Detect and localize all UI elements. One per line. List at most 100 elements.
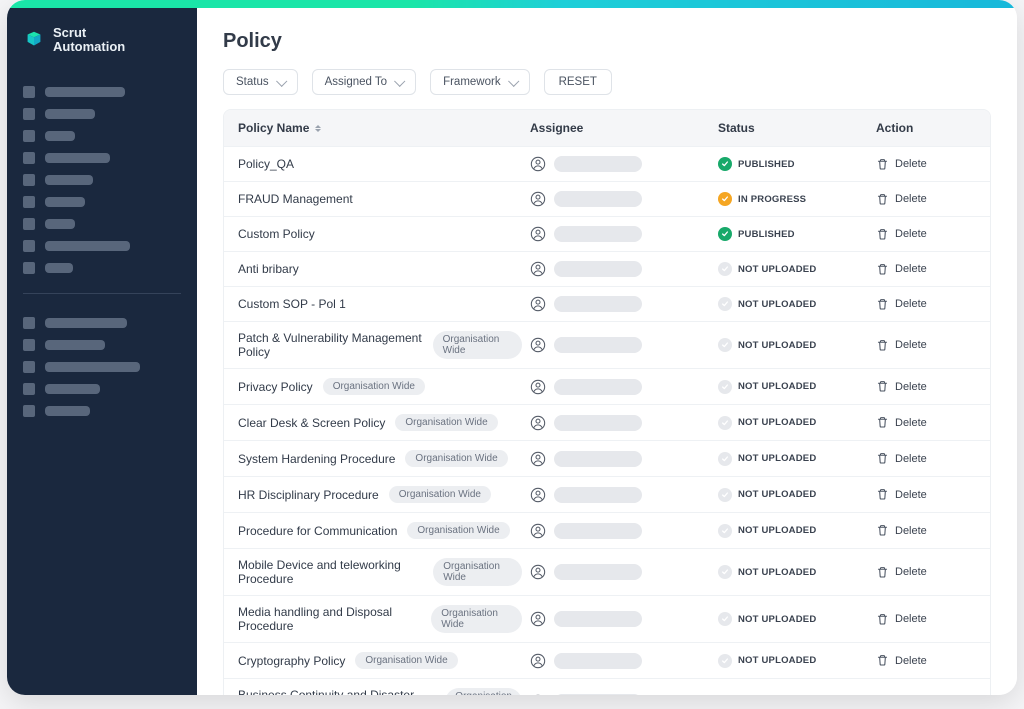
assignee-placeholder <box>554 694 642 695</box>
table-row[interactable]: Policy_QAPUBLISHEDDelete <box>224 146 990 181</box>
assignee-cell <box>530 191 710 207</box>
sidebar-item[interactable] <box>23 103 181 125</box>
policy-name: System Hardening Procedure <box>238 452 395 466</box>
delete-label: Delete <box>895 613 927 625</box>
delete-button[interactable]: Delete <box>876 380 976 393</box>
status-dot-icon <box>718 262 732 276</box>
org-wide-tag: Organisation Wide <box>433 331 522 359</box>
table-row[interactable]: Clear Desk & Screen PolicyOrganisation W… <box>224 404 990 440</box>
table-row[interactable]: Media handling and Disposal ProcedureOrg… <box>224 595 990 642</box>
delete-button[interactable]: Delete <box>876 193 976 206</box>
assignee-cell <box>530 451 710 467</box>
delete-label: Delete <box>895 193 927 205</box>
policy-name: Clear Desk & Screen Policy <box>238 416 385 430</box>
delete-button[interactable]: Delete <box>876 339 976 352</box>
status-text: NOT UPLOADED <box>738 614 816 625</box>
table-row[interactable]: HR Disciplinary ProcedureOrganisation Wi… <box>224 476 990 512</box>
status-text: NOT UPLOADED <box>738 264 816 275</box>
policy-name-cell: Anti bribary <box>238 262 522 276</box>
column-header-name[interactable]: Policy Name <box>238 121 522 135</box>
assignee-placeholder <box>554 296 642 312</box>
trash-icon <box>876 263 889 276</box>
delete-button[interactable]: Delete <box>876 566 976 579</box>
sidebar-item[interactable] <box>23 125 181 147</box>
trash-icon <box>876 298 889 311</box>
policy-name-cell: HR Disciplinary ProcedureOrganisation Wi… <box>238 486 522 503</box>
table-row[interactable]: Mobile Device and teleworking ProcedureO… <box>224 548 990 595</box>
delete-button[interactable]: Delete <box>876 228 976 241</box>
sidebar-item[interactable] <box>23 400 181 422</box>
column-header-assignee: Assignee <box>530 121 710 135</box>
status-cell: NOT UPLOADED <box>718 338 868 352</box>
status-filter-dropdown[interactable]: Status <box>223 69 298 95</box>
table-row[interactable]: Custom SOP - Pol 1 NOT UPLOADED Delete <box>224 286 990 321</box>
sidebar-item[interactable] <box>23 169 181 191</box>
status-text: NOT UPLOADED <box>738 567 816 578</box>
delete-label: Delete <box>895 228 927 240</box>
org-wide-tag: Organisation Wide <box>389 486 491 503</box>
delete-button[interactable]: Delete <box>876 452 976 465</box>
status-text: NOT UPLOADED <box>738 299 816 310</box>
policy-name: FRAUD Management <box>238 192 353 206</box>
table-header-row: Policy Name Assignee Status Action <box>224 110 990 146</box>
delete-button[interactable]: Delete <box>876 416 976 429</box>
trash-icon <box>876 654 889 667</box>
assignee-placeholder <box>554 337 642 353</box>
table-row[interactable]: Cryptography PolicyOrganisation WideNOT … <box>224 642 990 678</box>
sidebar-item[interactable] <box>23 378 181 400</box>
table-row[interactable]: Custom PolicyPUBLISHEDDelete <box>224 216 990 251</box>
delete-button[interactable]: Delete <box>876 488 976 501</box>
sidebar-item[interactable] <box>23 213 181 235</box>
table-row[interactable]: Anti bribary NOT UPLOADED Delete <box>224 251 990 286</box>
status-text: NOT UPLOADED <box>738 655 816 666</box>
assignee-cell <box>530 379 710 395</box>
table-row[interactable]: FRAUD ManagementIN PROGRESSDelete <box>224 181 990 216</box>
sidebar-item[interactable] <box>23 235 181 257</box>
sidebar-item[interactable] <box>23 334 181 356</box>
delete-button[interactable]: Delete <box>876 158 976 171</box>
sidebar-item[interactable] <box>23 191 181 213</box>
assignee-placeholder <box>554 226 642 242</box>
delete-button[interactable]: Delete <box>876 613 976 626</box>
org-wide-tag: Organisation Wide <box>323 378 425 395</box>
status-cell: NOT UPLOADED <box>718 488 868 502</box>
framework-filter-dropdown[interactable]: Framework <box>430 69 530 95</box>
sidebar-item[interactable] <box>23 356 181 378</box>
table-row[interactable]: Privacy PolicyOrganisation WideNOT UPLOA… <box>224 368 990 404</box>
delete-button[interactable]: Delete <box>876 263 976 276</box>
assigned-to-filter-dropdown[interactable]: Assigned To <box>312 69 416 95</box>
sidebar-item[interactable] <box>23 257 181 279</box>
delete-button[interactable]: Delete <box>876 524 976 537</box>
assignee-placeholder <box>554 653 642 669</box>
policy-name: Procedure for Communication <box>238 524 397 538</box>
status-dot-icon <box>718 565 732 579</box>
trash-icon <box>876 524 889 537</box>
table-row[interactable]: System Hardening ProcedureOrganisation W… <box>224 440 990 476</box>
status-cell: NOT UPLOADED <box>718 416 868 430</box>
sidebar-item[interactable] <box>23 312 181 334</box>
status-text: NOT UPLOADED <box>738 525 816 536</box>
sidebar-item[interactable] <box>23 147 181 169</box>
policy-name-cell: Clear Desk & Screen PolicyOrganisation W… <box>238 414 522 431</box>
status-dot-icon <box>718 612 732 626</box>
reset-button[interactable]: RESET <box>544 69 612 95</box>
table-row[interactable]: Patch & Vulnerability Management PolicyO… <box>224 321 990 368</box>
delete-button[interactable]: Delete <box>876 298 976 311</box>
brand-logo[interactable]: Scrut Automation <box>23 26 181 55</box>
table-row[interactable]: Procedure for CommunicationOrganisation … <box>224 512 990 548</box>
sidebar-divider <box>23 293 181 294</box>
avatar-icon <box>530 337 546 353</box>
assignee-cell <box>530 226 710 242</box>
avatar-icon <box>530 694 546 695</box>
delete-button[interactable]: Delete <box>876 654 976 667</box>
avatar-icon <box>530 523 546 539</box>
brand-logo-icon <box>23 29 45 51</box>
delete-label: Delete <box>895 381 927 393</box>
policy-name: Custom SOP - Pol 1 <box>238 297 346 311</box>
avatar-icon <box>530 564 546 580</box>
chevron-down-icon <box>508 76 519 87</box>
sidebar-item[interactable] <box>23 81 181 103</box>
table-row[interactable]: Business Continuity and Disaster Recover… <box>224 678 990 695</box>
filters-bar: Status Assigned To Framework RESET <box>223 69 991 95</box>
assignee-cell <box>530 653 710 669</box>
